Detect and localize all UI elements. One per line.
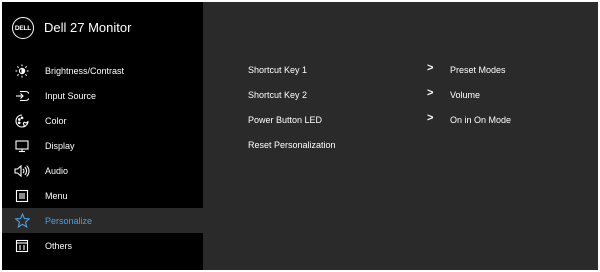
- input-source-icon: [14, 88, 30, 104]
- menu-item-label: Display: [45, 140, 75, 151]
- menu-item-input-source[interactable]: Input Source: [2, 83, 203, 108]
- setting-row-shortcut-key-2[interactable]: Shortcut Key 2 > Volume: [203, 83, 598, 108]
- osd-sidebar: DELL Dell 27 Monitor Brightness/Contrast: [2, 2, 203, 270]
- dell-logo: DELL: [12, 17, 34, 39]
- chevron-right-icon: >: [427, 62, 434, 74]
- setting-label: Shortcut Key 2: [248, 90, 308, 100]
- menu-item-others[interactable]: Others: [2, 233, 203, 258]
- setting-label: Reset Personalization: [248, 140, 336, 150]
- setting-row-shortcut-key-1[interactable]: Shortcut Key 1 > Preset Modes: [203, 58, 598, 83]
- menu-item-label: Menu: [45, 190, 68, 201]
- setting-row-reset-personalization[interactable]: Reset Personalization: [203, 133, 598, 158]
- menu-item-brightness-contrast[interactable]: Brightness/Contrast: [2, 58, 203, 83]
- brightness-icon: [14, 63, 30, 79]
- menu-item-personalize[interactable]: Personalize: [2, 208, 203, 233]
- color-icon: [14, 113, 30, 129]
- menu-item-display[interactable]: Display: [2, 133, 203, 158]
- osd-header: DELL Dell 27 Monitor: [2, 2, 203, 58]
- menu-item-label: Input Source: [45, 90, 97, 101]
- setting-label: Shortcut Key 1: [248, 65, 308, 75]
- chevron-right-icon: >: [427, 112, 434, 124]
- monitor-osd: DELL Dell 27 Monitor Brightness/Contrast: [2, 2, 598, 270]
- menu-item-label: Brightness/Contrast: [45, 65, 125, 76]
- star-icon: [14, 213, 30, 229]
- menu-item-label: Audio: [45, 165, 69, 176]
- setting-value: Preset Modes: [450, 65, 506, 75]
- menu-item-label: Color: [45, 115, 67, 126]
- monitor-title: Dell 27 Monitor: [44, 20, 132, 35]
- display-icon: [14, 138, 30, 154]
- setting-value: Volume: [450, 90, 481, 100]
- menu-item-audio[interactable]: Audio: [2, 158, 203, 183]
- others-icon: [14, 238, 30, 254]
- menu-item-menu[interactable]: Menu: [2, 183, 203, 208]
- menu-item-label: Others: [45, 240, 73, 251]
- audio-icon: [14, 163, 30, 179]
- menu-item-label: Personalize: [45, 215, 93, 226]
- menu-icon: [14, 188, 30, 204]
- setting-value: On in On Mode: [450, 115, 512, 125]
- setting-row-power-button-led[interactable]: Power Button LED > On in On Mode: [203, 108, 598, 133]
- menu-item-color[interactable]: Color: [2, 108, 203, 133]
- setting-label: Power Button LED: [248, 115, 323, 125]
- chevron-right-icon: >: [427, 87, 434, 99]
